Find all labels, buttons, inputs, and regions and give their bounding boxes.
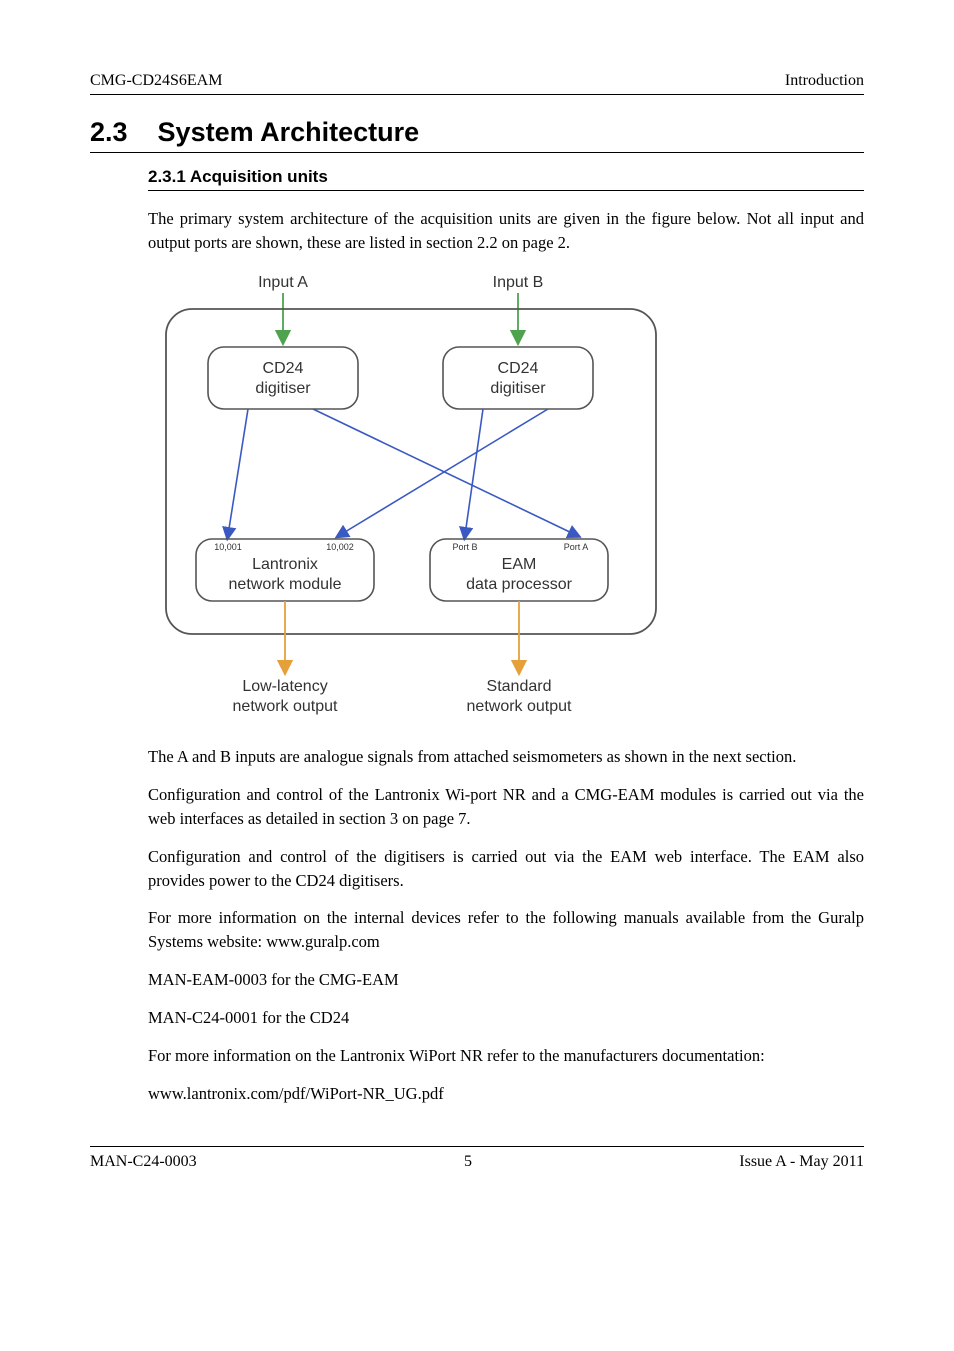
label-lantronix-2: network module (229, 576, 342, 593)
arrow-a-to-10001 (228, 409, 248, 535)
page-header: CMG-CD24S6EAM Introduction (90, 72, 864, 95)
paragraph-6: MAN-EAM-0003 for the CMG-EAM (148, 968, 864, 992)
label-port-b: Port B (452, 542, 477, 552)
architecture-diagram: Input A Input B CD24 digitiser CD24 digi… (148, 269, 864, 729)
label-eam-1: EAM (502, 556, 537, 573)
label-eam-2: data processor (466, 576, 573, 593)
section-title: System Architecture (158, 117, 420, 148)
box-cd24-b (443, 347, 593, 409)
subsection-heading: 2.3.1 Acquisition units (148, 167, 864, 191)
label-cd24-b-1: CD24 (498, 360, 539, 377)
label-cd24-a-2: digitiser (255, 380, 311, 397)
paragraph-5: For more information on the internal dev… (148, 906, 864, 954)
label-out-std-1: Standard (487, 678, 552, 695)
label-port-a: Port A (564, 542, 589, 552)
label-out-low-1: Low-latency (242, 678, 327, 695)
label-lantronix-1: Lantronix (252, 556, 318, 573)
footer-left: MAN-C24-0003 (90, 1153, 197, 1171)
paragraph-intro: The primary system architecture of the a… (148, 207, 864, 255)
arrow-b-to-10002 (340, 409, 548, 535)
paragraph-8: For more information on the Lantronix Wi… (148, 1044, 864, 1068)
label-input-b: Input B (493, 274, 544, 291)
box-cd24-a (208, 347, 358, 409)
paragraph-3: Configuration and control of the Lantron… (148, 783, 864, 831)
label-port-10001: 10,001 (214, 542, 242, 552)
page-footer: MAN-C24-0003 5 Issue A - May 2011 (90, 1146, 864, 1171)
header-left: CMG-CD24S6EAM (90, 72, 222, 90)
paragraph-2: The A and B inputs are analogue signals … (148, 745, 864, 769)
label-cd24-b-2: digitiser (490, 380, 546, 397)
label-input-a: Input A (258, 274, 308, 291)
section-number: 2.3 (90, 117, 128, 148)
arrow-b-to-portb (465, 409, 483, 535)
footer-center: 5 (464, 1153, 472, 1171)
label-out-low-2: network output (233, 698, 339, 715)
label-cd24-a-1: CD24 (263, 360, 304, 377)
section-heading: 2.3 System Architecture (90, 117, 864, 153)
paragraph-9: www.lantronix.com/pdf/WiPort-NR_UG.pdf (148, 1082, 864, 1106)
label-out-std-2: network output (467, 698, 573, 715)
label-port-10002: 10,002 (326, 542, 354, 552)
header-right: Introduction (785, 72, 864, 90)
paragraph-4: Configuration and control of the digitis… (148, 845, 864, 893)
footer-right: Issue A - May 2011 (739, 1153, 864, 1171)
paragraph-7: MAN-C24-0001 for the CD24 (148, 1006, 864, 1030)
